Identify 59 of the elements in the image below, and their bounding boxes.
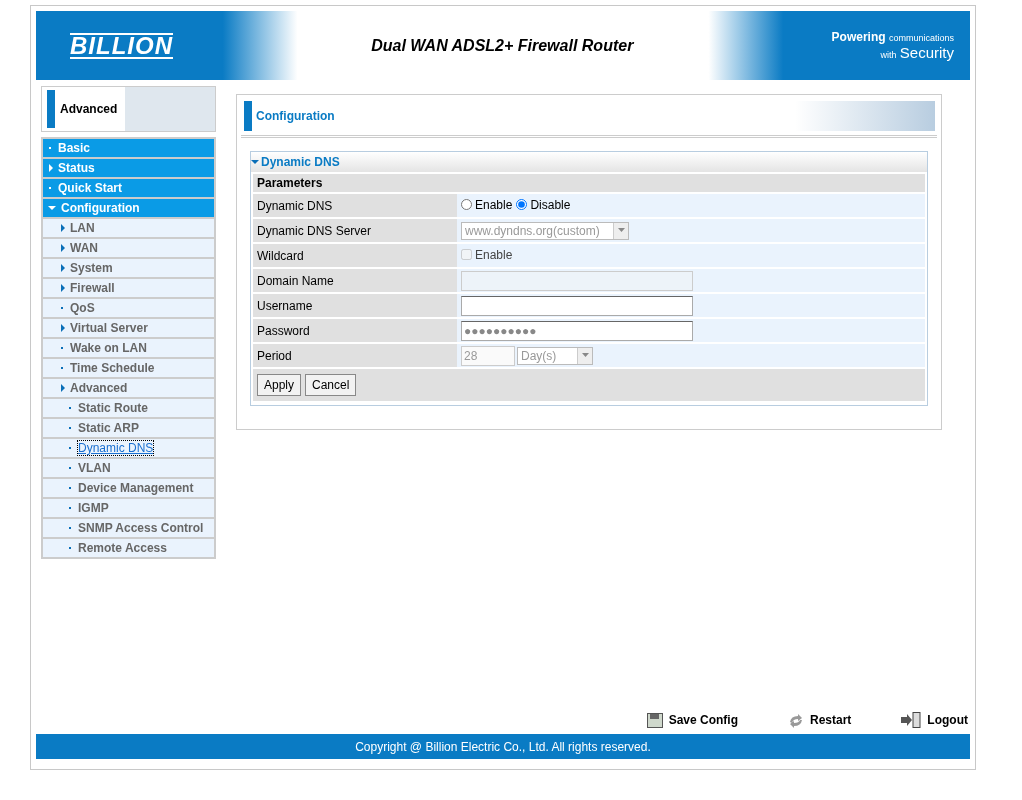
accent-bar (47, 90, 55, 128)
nav-item[interactable]: Static ARP (43, 419, 214, 437)
field-label: Password (253, 319, 457, 342)
footer-link[interactable]: Restart (788, 712, 852, 728)
section-title: Dynamic DNS (261, 155, 340, 169)
nav-item[interactable]: Virtual Server (43, 319, 214, 337)
slogan-text: with Security (880, 44, 954, 61)
input-field[interactable]: ●●●●●●●●●● (461, 320, 693, 341)
product-title: Dual WAN ADSL2+ Firewall Router (370, 36, 635, 55)
arrow-right-icon (60, 383, 66, 393)
nav-item[interactable]: QoS (43, 299, 214, 317)
restart-arrows-icon (788, 712, 804, 728)
footer-link[interactable]: Logout (901, 712, 968, 728)
field-label: Wildcard (253, 244, 457, 267)
nav-item[interactable]: VLAN (43, 459, 214, 477)
copyright-text: Copyright @ Billion Electric Co., Ltd. All rights reserved. (355, 739, 651, 754)
mode-label: Advanced (60, 102, 118, 116)
arrow-right-icon (60, 323, 66, 333)
nav-item[interactable]: WAN (43, 239, 214, 257)
nav-item[interactable]: Dynamic DNS (43, 439, 214, 457)
nav-item[interactable]: Time Schedule (43, 359, 214, 377)
caret-icon (617, 228, 625, 233)
nav-item[interactable]: Configuration (43, 199, 214, 217)
nav-item[interactable]: LAN (43, 219, 214, 237)
field-label: Dynamic DNS Server (253, 219, 457, 242)
nav-item[interactable]: Wake on LAN (43, 339, 214, 357)
arrow-right-icon (48, 163, 54, 173)
input-field[interactable] (461, 295, 693, 316)
group-header: Parameters (253, 174, 925, 192)
slogan-text: Powering communications (831, 30, 954, 44)
nav-item[interactable]: Device Management (43, 479, 214, 497)
accent-bar (244, 101, 252, 131)
arrow-down-icon (48, 203, 57, 213)
nav-item[interactable]: Quick Start (43, 179, 214, 197)
nav-item[interactable]: System (43, 259, 214, 277)
nav-item[interactable]: Status (43, 159, 214, 177)
logout-door-icon (901, 712, 922, 728)
radio-button[interactable] (461, 199, 472, 211)
field-label: Dynamic DNS (253, 194, 457, 217)
form-button[interactable]: Cancel (305, 374, 357, 396)
footer-link[interactable]: Save Config (646, 712, 738, 728)
nav-item[interactable]: Advanced (43, 379, 214, 397)
radio-button[interactable] (516, 199, 528, 211)
caret-icon (581, 353, 589, 358)
nav-item[interactable]: Firewall (43, 279, 214, 297)
field-label: Domain Name (253, 269, 457, 292)
nav-item[interactable]: SNMP Access Control (43, 519, 214, 537)
billion-logo: BILLION (70, 32, 173, 59)
nav-item[interactable]: IGMP (43, 499, 214, 517)
nav-item[interactable]: Remote Access (43, 539, 214, 557)
arrow-down-icon (251, 157, 260, 167)
nav-item[interactable]: Static Route (43, 399, 214, 417)
radio-option[interactable]: Enable (461, 197, 513, 212)
field-label: Username (253, 294, 457, 317)
field-label: Period (253, 344, 457, 367)
page-title: Configuration (256, 109, 335, 123)
nav-item[interactable]: Basic (43, 139, 214, 157)
radio-option[interactable]: Disable (516, 197, 571, 212)
form-button[interactable]: Apply (257, 374, 302, 396)
